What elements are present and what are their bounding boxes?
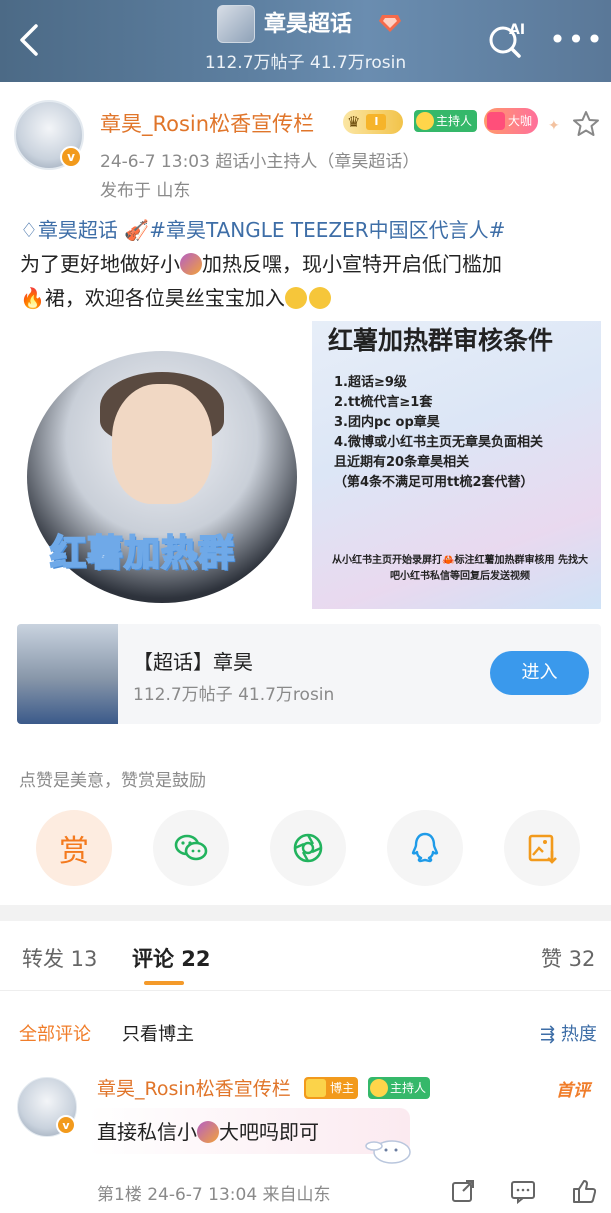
post-text: ♢章昊超话 🎻#章昊TANGLE TEEZER中国区代言人# 为了更好地做好小加…: [20, 213, 600, 315]
post-text-line: 为了更好地做好小: [20, 252, 180, 276]
crying-face-icon: [284, 287, 307, 309]
tab-like[interactable]: 赞 32: [541, 943, 595, 973]
post-meta: 24-6-7 13:03 超话小主持人（章昊超话）: [100, 152, 420, 172]
comment-author[interactable]: 章昊_Rosin松香宣传栏: [97, 1074, 291, 1101]
post-image-group-avatar[interactable]: 红薯加热群: [20, 324, 304, 608]
save-image-button[interactable]: [504, 810, 580, 886]
ai-search-icon[interactable]: AI: [487, 18, 527, 58]
wechat-share-button[interactable]: [153, 810, 229, 886]
big-shot-label: 大咖: [508, 114, 533, 128]
photo-face: [112, 384, 212, 504]
sweet-potato-icon: [197, 1121, 219, 1143]
sort-toggle[interactable]: ⇶ 热度: [540, 1020, 597, 1046]
sort-icon: ⇶: [540, 1024, 556, 1045]
save-image-icon: [528, 834, 557, 864]
interaction-tabs: 转发 13 评论 22 赞 32: [0, 921, 611, 991]
topic-header: 章昊超话 112.7万帖子 41.7万rosin AI •••: [0, 0, 611, 82]
level-number: I: [366, 114, 387, 130]
topic-card-name: 【超话】章昊: [133, 650, 253, 674]
sparkle-icon: ✦: [548, 118, 560, 134]
wechat-icon: [174, 834, 208, 861]
qq-share-button[interactable]: [387, 810, 463, 886]
comment-icon[interactable]: [510, 1178, 536, 1204]
host-icon: [416, 112, 434, 130]
more-icon[interactable]: •••: [549, 23, 603, 56]
post-image-rules[interactable]: 红薯加热群审核条件 1.超话≥9级 2.tt梳代言≥1套 3.团内pc op章昊…: [312, 321, 601, 609]
enter-button[interactable]: 进入: [490, 651, 589, 695]
reward-tip: 点赞是美意，赞赏是鼓励: [19, 771, 206, 791]
rules-list: 1.超话≥9级 2.tt梳代言≥1套 3.团内pc op章昊 4.微博或小红书主…: [334, 375, 543, 490]
host-tag-label: 主持人: [390, 1081, 427, 1095]
topic-card-stats: 112.7万帖子 41.7万rosin: [133, 685, 335, 705]
fire-icon: 🔥: [20, 286, 45, 310]
owner-tag: 博主: [304, 1077, 359, 1099]
topic-avatar[interactable]: [217, 5, 255, 43]
tab-repost[interactable]: 转发 13: [22, 943, 97, 973]
filter-all-comments[interactable]: 全部评论: [19, 1020, 91, 1046]
tab-comment[interactable]: 评论 22: [132, 943, 211, 973]
super-topic-badge-icon: [379, 15, 401, 32]
level-badge[interactable]: ♛ I: [343, 110, 403, 134]
topic-card-thumbnail: [17, 624, 118, 724]
host-tag: 主持人: [368, 1077, 431, 1099]
first-comment-badge: 首评: [556, 1081, 590, 1101]
share-row: 赏: [0, 810, 611, 888]
comment-footer: 第1楼 24-6-7 13:04 来自山东: [97, 1185, 331, 1205]
topic-link[interactable]: ♢章昊超话: [20, 218, 118, 242]
host-icon: [370, 1079, 388, 1097]
post-location: 发布于 山东: [100, 181, 191, 201]
reward-button[interactable]: 赏: [36, 810, 112, 886]
host-tag[interactable]: 主持人: [414, 110, 478, 132]
section-divider: [0, 905, 611, 921]
image-label: 红薯加热群: [49, 532, 236, 575]
active-tab-indicator: [144, 981, 184, 985]
hashtag-link[interactable]: #章昊TANGLE TEEZER中国区代言人#: [149, 218, 505, 242]
topic-card[interactable]: 【超话】章昊 112.7万帖子 41.7万rosin 进入: [17, 624, 601, 724]
crown-icon: [306, 1079, 326, 1097]
svg-text:AI: AI: [509, 22, 525, 38]
star-icon[interactable]: [572, 110, 600, 138]
post-text-line: 裙，欢迎各位昊丝宝宝加入: [44, 286, 285, 310]
moments-share-button[interactable]: [270, 810, 346, 886]
like-icon[interactable]: [571, 1178, 597, 1204]
big-shot-tag[interactable]: 大咖: [484, 108, 539, 134]
comment-text: 直接私信小 大吧吗即可: [97, 1120, 319, 1144]
sweet-potato-icon: [180, 253, 202, 275]
verified-badge-icon: v: [60, 146, 82, 168]
sort-label: 热度: [560, 1024, 597, 1045]
verified-badge-icon: v: [56, 1115, 76, 1135]
host-tag-label: 主持人: [436, 114, 473, 128]
bubble-decoration-icon: [365, 1140, 411, 1164]
reward-label: 赏: [59, 834, 89, 869]
topic-title: 章昊超话: [264, 12, 353, 37]
big-shot-icon: [487, 112, 505, 130]
diamond-icon: ♢: [20, 218, 38, 242]
violin-icon: 🎻: [124, 218, 150, 242]
filter-poster-only[interactable]: 只看博主: [122, 1020, 194, 1046]
rules-footer: 从小红书主页开始录屏打🦀标注红薯加热群审核用 先找大吧小红书私信等回复后发送视频: [332, 555, 588, 582]
crying-face-icon: [308, 287, 331, 309]
repost-icon[interactable]: [450, 1178, 476, 1204]
post-text-line: 加热反嘿，现小宣特开启低门槛加: [202, 252, 502, 276]
crown-icon: ♛: [347, 113, 361, 131]
author-name[interactable]: 章昊_Rosin松香宣传栏: [100, 108, 314, 138]
rules-title: 红薯加热群审核条件: [328, 326, 554, 355]
qq-icon: [411, 832, 439, 863]
moments-icon: [293, 833, 323, 863]
owner-tag-label: 博主: [330, 1081, 355, 1095]
